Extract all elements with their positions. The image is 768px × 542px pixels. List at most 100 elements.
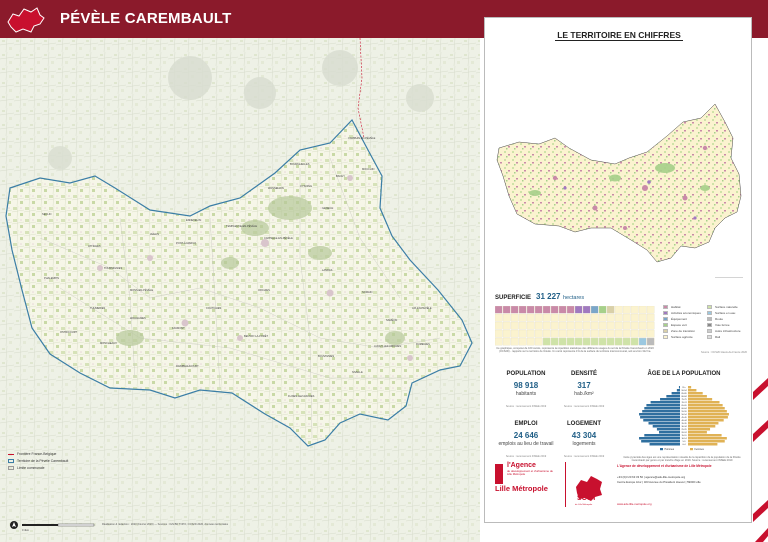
superficie-unit: hectares: [563, 295, 585, 301]
waffle-cell: [646, 329, 655, 338]
waffle-cell: [526, 313, 535, 322]
housing-unit: logements: [572, 441, 596, 447]
waffle-cell: [590, 306, 599, 314]
waffle-cell: [495, 329, 503, 338]
waffle-cell: [590, 337, 599, 346]
pyramid-bar-men: [652, 425, 680, 428]
website-link[interactable]: www.adu-lille-metropole.org: [617, 502, 652, 506]
density-label: DENSITÉ: [570, 371, 597, 377]
waffle-cell: [502, 313, 511, 322]
waffle-cell: [630, 313, 639, 322]
superficie-value: 31 227: [536, 292, 561, 301]
waffle-cell: [582, 329, 591, 338]
land-legend-swatch: [663, 311, 668, 315]
waffle-cell: [590, 313, 599, 322]
pyramid-bar-women: [688, 398, 713, 401]
land-legend-swatch: [663, 335, 668, 339]
pyramid-legend-label: Hommes: [665, 448, 675, 451]
land-legend-label: Zone de transition: [671, 329, 696, 333]
pyramid-age-label: 75-79: [681, 399, 687, 401]
panel-title-text: LE TERRITOIRE EN CHIFFRES: [555, 30, 683, 41]
waffle-cell: [534, 329, 543, 338]
employment-label: EMPLOI: [514, 421, 538, 427]
land-legend-item: Surface agricole: [663, 335, 693, 339]
town-label: ATTICHES: [88, 245, 101, 248]
pyramid-age-label: 70-74: [681, 402, 687, 404]
waffle-cell: [638, 337, 647, 346]
waffle-cell: [526, 306, 535, 314]
waffle-cell: [534, 337, 543, 346]
town-label: NOMAIN: [362, 291, 373, 294]
legend-label: Territoire de la Pévèle Carembault: [17, 459, 69, 463]
waffle-cell: [582, 306, 591, 314]
pyramid-age-label: 5-9: [683, 441, 687, 443]
employment-stat: EMPLOI 24 646 emplois au lieu de travail…: [495, 421, 557, 458]
waffle-cell: [606, 306, 615, 314]
waffle-cell: [630, 321, 639, 330]
agence-city: Lille Métropole: [495, 484, 548, 493]
map-credits: Réalisation & rédaction : 2023 (Février …: [102, 523, 229, 526]
waffle-cell: [550, 313, 559, 322]
scot-subtitle: de Lille Métropole: [575, 504, 593, 506]
pyramid-bar-men: [646, 404, 680, 407]
town-label: BACHY: [336, 175, 345, 178]
waffle-cell: [574, 313, 583, 322]
pyramid-bar-men: [639, 413, 680, 416]
scot-name: SCOT: [577, 495, 597, 502]
waffle-cell: [614, 337, 623, 346]
pyramid-bar-women: [688, 404, 723, 407]
waffle-cell: [638, 313, 647, 322]
pyramid-bar-women: [688, 395, 707, 398]
pyramid-bar-men: [644, 407, 680, 410]
waffle-cell: [574, 321, 583, 330]
waffle-cell: [630, 329, 639, 338]
pyramid-bar-women: [688, 425, 716, 428]
agence-subtitle: de développement et d'urbanisme de Lille…: [507, 469, 553, 477]
land-legend-swatch: [707, 323, 712, 327]
main-map[interactable]: CAMPHIN-EN-PÉVÈLE MOUCHIN BACHY BOURGHEL…: [0, 38, 480, 542]
population-unit: habitants: [515, 391, 537, 397]
waffle-cell: [582, 313, 591, 322]
waffle-cell: [646, 337, 655, 346]
waffle-cell: [646, 313, 655, 322]
pyramid-bar-women: [688, 410, 727, 413]
town-label: TOURMIGNIES: [104, 267, 123, 270]
waffle-cell: [614, 329, 623, 338]
waffle-cell: [566, 329, 575, 338]
legend-swatch: [8, 466, 14, 470]
land-legend-item: Espace vert: [663, 323, 687, 327]
waffle-cell: [510, 306, 519, 314]
pyramid-age-label: 40-44: [681, 420, 687, 422]
waffle-cell: [518, 306, 527, 314]
pyramid-age-label: 25-29: [681, 429, 687, 431]
town-label: RUMEGIES: [416, 343, 430, 346]
waffle-cell: [598, 306, 607, 314]
pyramid-bar-women: [688, 422, 719, 425]
town-label: LANDAS: [322, 269, 333, 272]
waffle-cell: [502, 321, 511, 330]
waffle-cell: [646, 306, 655, 314]
waffle-cell: [550, 306, 559, 314]
waffle-cell: [542, 329, 551, 338]
land-legend-item: Habitat: [663, 305, 681, 309]
stats-panel: LE TERRITOIRE EN CHIFFRES SUPERFICIE 31 …: [484, 17, 752, 523]
legend-item: Territoire de la Pévèle Carembault: [8, 459, 68, 463]
waffle-cell: [598, 337, 607, 346]
pyramid-bar-men: [659, 431, 680, 434]
waffle-cell: [622, 337, 631, 346]
pyramid-bar-men: [656, 428, 680, 431]
town-label: COUTICHES: [206, 307, 222, 310]
population-stat: POPULATION 98 918 habitants Source : rec…: [495, 371, 557, 408]
pyramid-legend-swatch: [690, 448, 693, 451]
land-legend-item: Surface naturelle: [707, 305, 738, 309]
employment-source: Source : recensement INSEE 2019: [505, 455, 547, 458]
waffle-cell: [518, 321, 527, 330]
waffle-cell: [582, 337, 591, 346]
pyramid-bar-men: [650, 401, 680, 404]
waffle-cell: [518, 329, 527, 338]
housing-label: LOGEMENT: [567, 421, 601, 427]
employment-unit: emplois au lieu de travail: [498, 441, 554, 447]
contact-title: L'Agence de développement et d'urbanisme…: [617, 464, 712, 468]
waffle-cell: [518, 313, 527, 322]
land-legend-item: Rail: [707, 335, 720, 339]
